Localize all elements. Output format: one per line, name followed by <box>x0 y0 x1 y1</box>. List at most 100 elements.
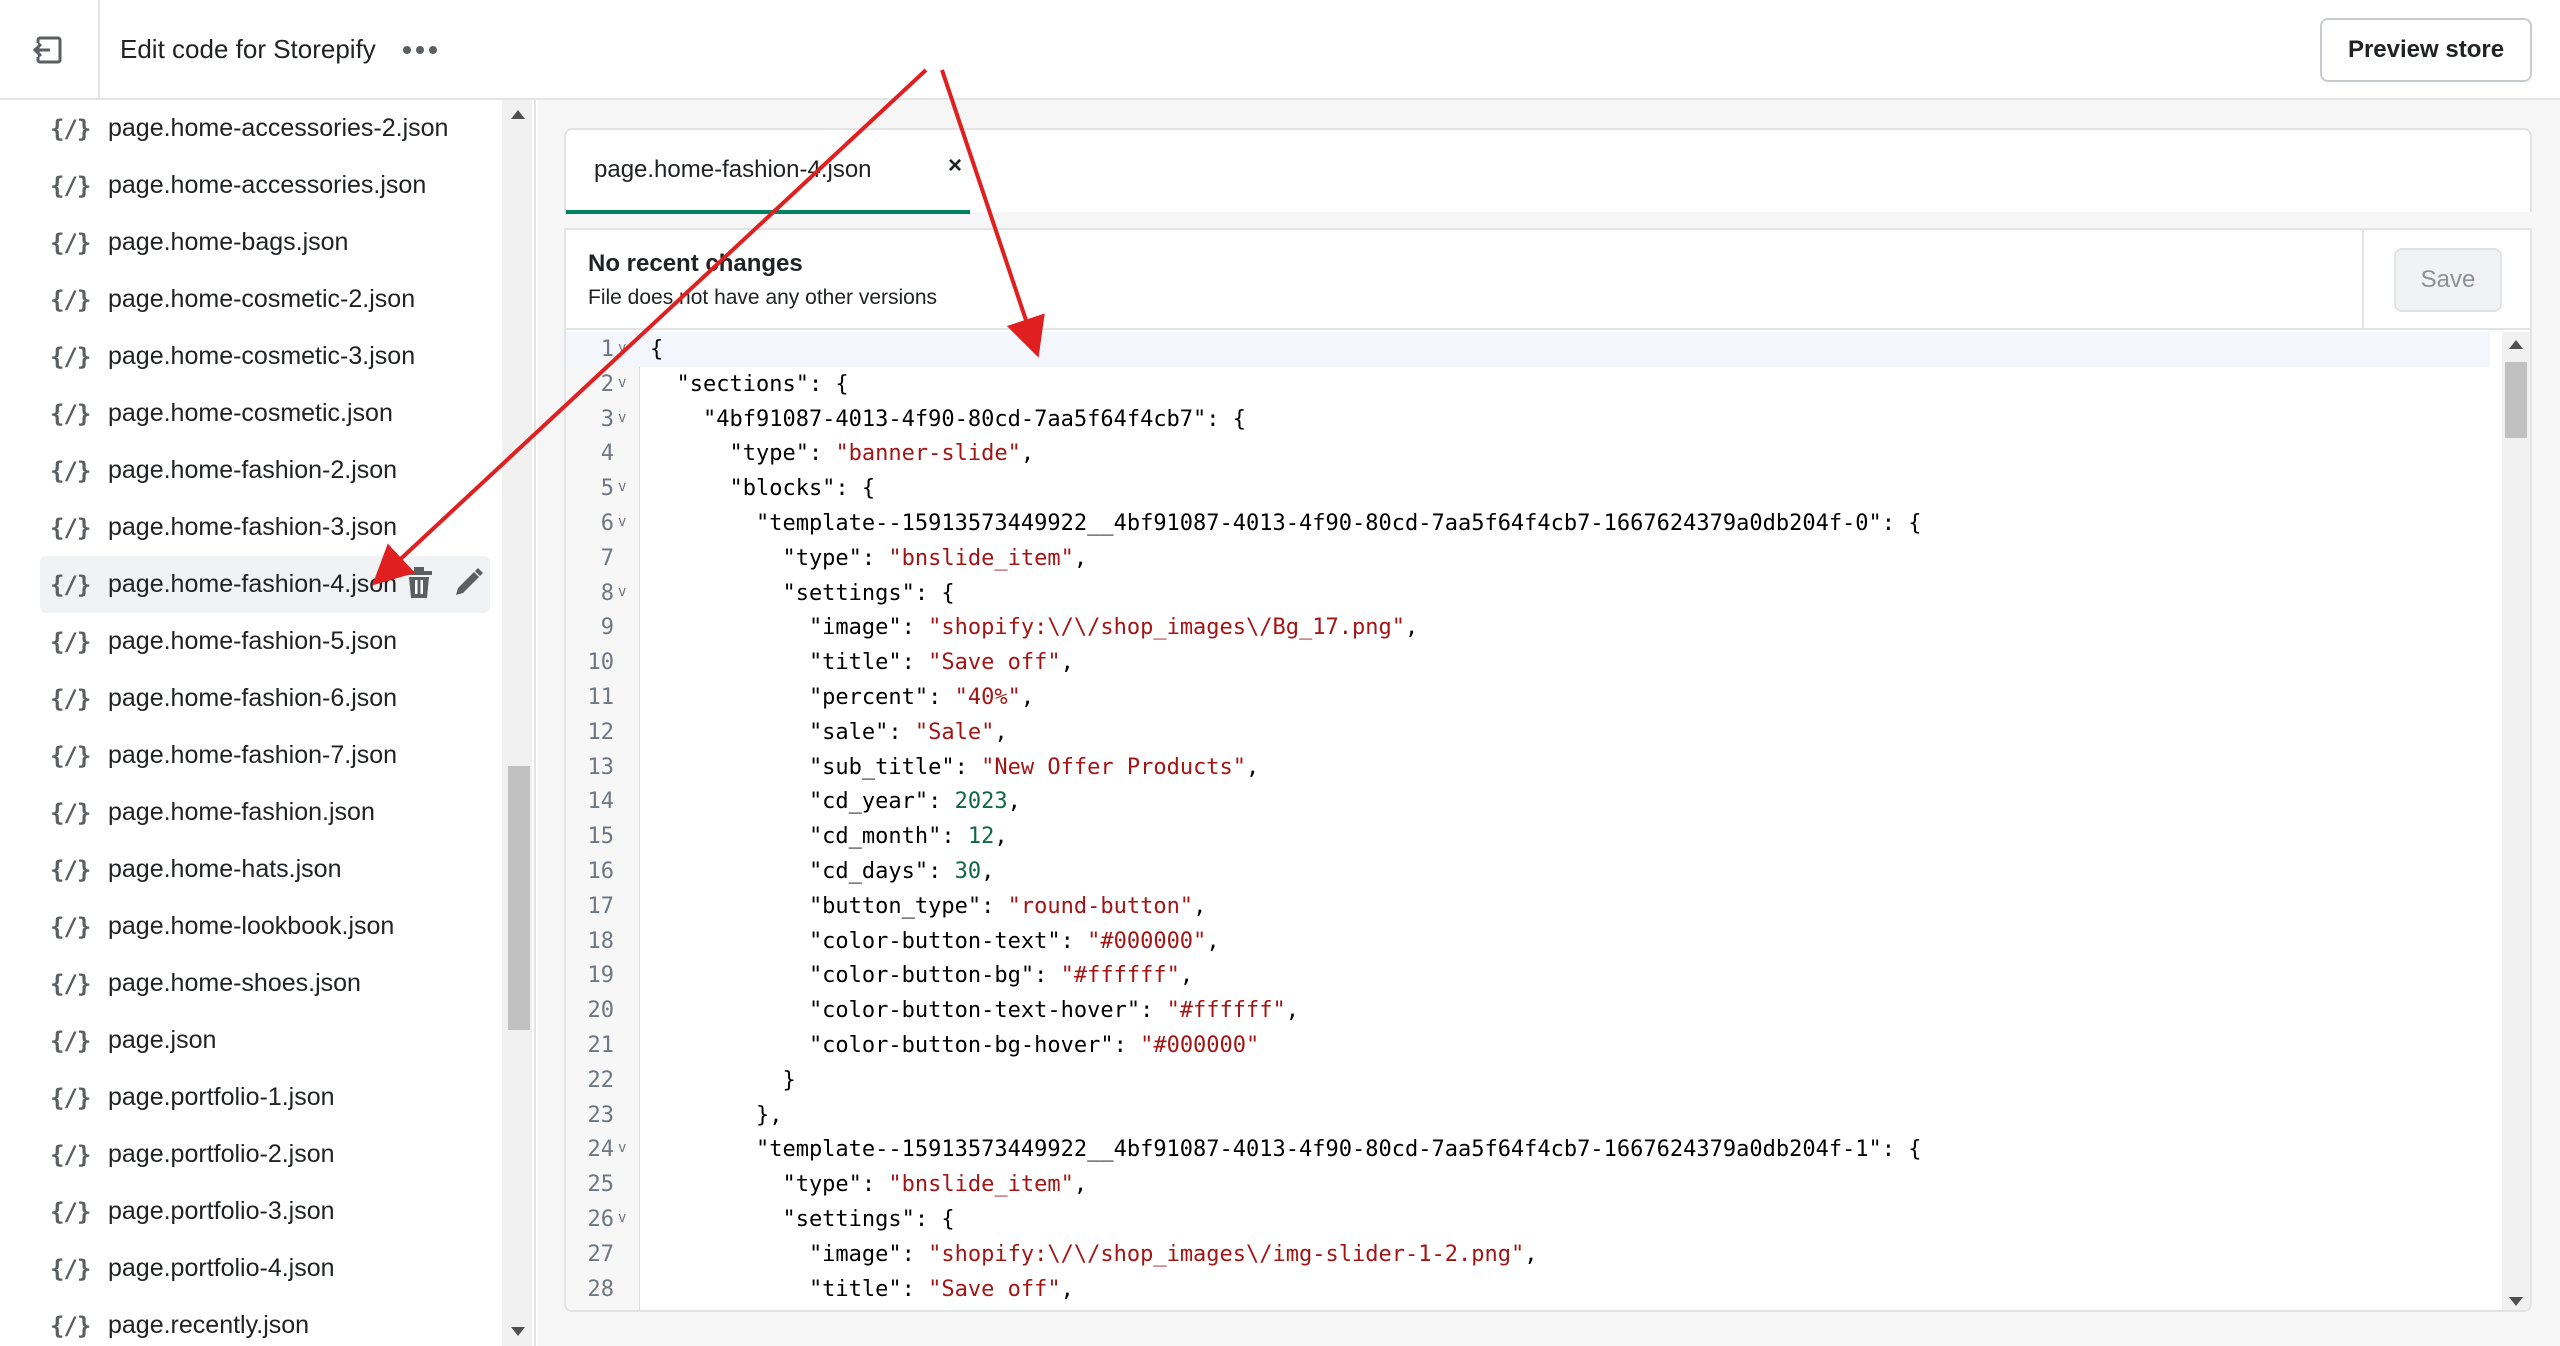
line-number: 15 <box>587 824 615 850</box>
scroll-up-icon[interactable] <box>2509 340 2523 349</box>
scroll-down-icon[interactable] <box>2509 1297 2523 1306</box>
code-text: } <box>650 1063 796 1098</box>
code-text: "blocks": { <box>650 471 875 506</box>
code-line: 15 "cd_month": 12, <box>566 819 2490 854</box>
code-token: "round-button" <box>1007 893 1194 919</box>
file-item[interactable]: {/} page.home-cosmetic-2.json <box>40 271 490 328</box>
line-number: 13 <box>587 754 615 780</box>
editor-scrollbar[interactable] <box>2502 332 2530 1310</box>
code-text: "percent": "40%", <box>650 680 1034 715</box>
tab-label: page.home-fashion-4.json <box>594 156 872 183</box>
code-token: , <box>994 719 1008 745</box>
file-item[interactable]: {/} page.portfolio-3.json <box>40 1183 490 1240</box>
code-line: 1 v { <box>566 332 2490 367</box>
file-name: page.home-cosmetic-2.json <box>108 285 416 313</box>
code-text: "sale": "Sale", <box>650 715 1008 750</box>
file-status-bar: No recent changes File does not have any… <box>566 230 2530 330</box>
json-file-icon: {/} <box>50 1026 91 1055</box>
trash-icon[interactable] <box>404 566 434 600</box>
code-token: , <box>994 824 1008 850</box>
code-token: , <box>1246 754 1260 780</box>
pencil-icon[interactable] <box>452 567 484 599</box>
sidebar-scrollbar[interactable] <box>502 100 532 1346</box>
exit-button[interactable] <box>0 0 100 100</box>
line-number: 1 <box>600 337 614 362</box>
code-token: "sub_title": <box>650 754 982 780</box>
file-item[interactable]: {/} page.home-fashion-2.json <box>40 442 490 499</box>
code-token: } <box>650 1067 796 1093</box>
file-item[interactable]: {/} page.portfolio-2.json <box>40 1126 490 1183</box>
save-button[interactable]: Save <box>2394 248 2502 312</box>
file-item[interactable]: {/} page.home-fashion.json <box>40 784 490 841</box>
editor-main: page.home-fashion-4.json × No recent cha… <box>538 100 2560 1346</box>
file-item[interactable]: {/} page.portfolio-4.json <box>40 1240 490 1297</box>
file-item[interactable]: {/} page.home-fashion-5.json <box>40 613 490 670</box>
more-actions-button[interactable] <box>398 30 442 70</box>
file-name: page.home-fashion-5.json <box>108 627 398 655</box>
editor-scroll-thumb[interactable] <box>2505 362 2527 438</box>
chevron-down-icon[interactable]: v <box>618 1210 626 1226</box>
code-line: 7 "type": "bnslide_item", <box>566 541 2490 576</box>
close-icon[interactable]: × <box>948 152 962 180</box>
code-line: 11 "percent": "40%", <box>566 680 2490 715</box>
code-token: , <box>1020 685 1035 710</box>
file-item[interactable]: {/} page.home-fashion-3.json <box>40 499 490 556</box>
line-number: 28 <box>587 1276 615 1302</box>
file-item[interactable]: {/} page.home-accessories.json <box>40 157 490 214</box>
code-token: "title": <box>650 650 929 676</box>
code-editor[interactable]: 1 v{2 v "sections": {3 v "4bf91087-4013-4f9… <box>566 332 2530 1310</box>
code-text: "color-button-text-hover": "#ffffff", <box>650 993 1299 1028</box>
file-item[interactable]: {/} page.home-fashion-6.json <box>40 670 490 727</box>
tab-page-home-fashion-4[interactable]: page.home-fashion-4.json × <box>566 130 970 214</box>
file-name: page.home-fashion-6.json <box>108 684 398 712</box>
line-number: 24 <box>587 1137 615 1163</box>
code-token: "template--15913573449922__4bf91087-4013… <box>650 511 1922 536</box>
file-item[interactable]: {/} page.home-bags.json <box>40 214 490 271</box>
code-line: 9 "image": "shopify:\/\/shop_images\/Bg_… <box>566 610 2490 645</box>
code-token: 2023 <box>954 789 1008 815</box>
file-item[interactable]: {/} page.home-shoes.json <box>40 955 490 1012</box>
file-item[interactable]: {/} page.home-hats.json <box>40 841 490 898</box>
code-text: "image": "shopify:\/\/shop_images\/Bg_17… <box>650 610 1418 645</box>
chevron-down-icon[interactable]: v <box>618 584 626 600</box>
json-file-icon: {/} <box>50 798 91 827</box>
file-name: page.home-shoes.json <box>108 969 361 997</box>
file-item[interactable]: {/} page.recently.json <box>40 1297 490 1346</box>
file-item[interactable]: {/} page.portfolio-1.json <box>40 1069 490 1126</box>
code-token: "bnslide_item" <box>888 1172 1074 1198</box>
chevron-down-icon[interactable]: v <box>618 479 626 495</box>
more-dot <box>416 46 424 54</box>
file-item[interactable]: {/} page.home-cosmetic.json <box>40 385 490 442</box>
chevron-down-icon[interactable]: v <box>618 1140 626 1156</box>
sidebar-scroll-thumb[interactable] <box>508 766 530 1030</box>
scroll-up-icon[interactable] <box>511 110 525 119</box>
file-item[interactable]: {/} page.home-fashion-7.json <box>40 727 490 784</box>
file-name: page.json <box>108 1026 217 1054</box>
line-number: 18 <box>587 928 615 954</box>
preview-store-button[interactable]: Preview store <box>2320 18 2532 82</box>
code-token: "type": <box>650 441 836 467</box>
json-file-icon: {/} <box>50 171 91 200</box>
scroll-down-icon[interactable] <box>511 1327 525 1336</box>
code-line: 3v "4bf91087-4013-4f90-80cd-7aa5f64f4cb7… <box>566 402 2490 437</box>
code-token: , <box>1524 1241 1538 1267</box>
json-file-icon: {/} <box>50 912 91 941</box>
json-file-icon: {/} <box>50 285 91 314</box>
code-line: 2v "sections": { <box>566 367 2490 402</box>
json-file-icon: {/} <box>50 1083 91 1112</box>
json-file-icon: {/} <box>50 456 91 485</box>
code-line: 22 } <box>566 1063 2490 1098</box>
code-text: "settings": { <box>650 576 954 611</box>
chevron-down-icon[interactable]: v <box>618 514 626 530</box>
chevron-down-icon[interactable]: v <box>618 375 626 391</box>
chevron-down-icon[interactable]: v <box>618 410 626 426</box>
file-item[interactable]: {/} page.json <box>40 1012 490 1069</box>
chevron-down-icon[interactable]: v <box>618 340 626 356</box>
file-item[interactable]: {/} page.home-fashion-4.json <box>40 556 490 613</box>
file-item[interactable]: {/} page.home-cosmetic-3.json <box>40 328 490 385</box>
code-line: 19 "color-button-bg": "#ffffff", <box>566 958 2490 993</box>
file-item[interactable]: {/} page.home-lookbook.json <box>40 898 490 955</box>
file-item[interactable]: {/} page.home-accessories-2.json <box>40 100 490 157</box>
code-token: "cd_days": <box>650 859 955 884</box>
code-token: "image": <box>650 615 929 641</box>
